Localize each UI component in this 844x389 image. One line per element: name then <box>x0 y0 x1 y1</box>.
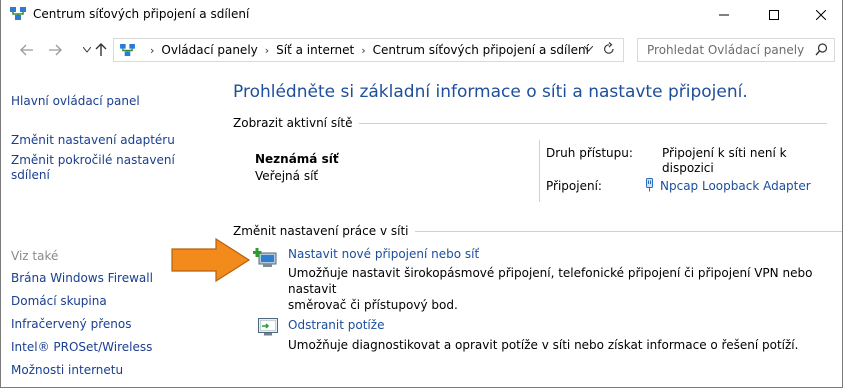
forward-button[interactable] <box>47 42 63 58</box>
window-title: Centrum síťových připojení a sdílení <box>33 7 250 21</box>
sidebar-link-internet-options[interactable]: Možnosti internetu <box>11 363 123 377</box>
refresh-button[interactable] <box>603 42 615 60</box>
sidebar-link-advanced-sharing[interactable]: Změnit pokročilé nastavení <box>11 153 175 167</box>
sidebar-link-advanced-sharing-line2[interactable]: sdílení <box>11 168 50 182</box>
task-description-line: směrovač či přístupový bod. <box>288 298 458 312</box>
task-description-line: Umožňuje diagnostikovat a opravit potíže… <box>288 338 799 352</box>
sidebar-link-homegroup[interactable]: Domácí skupina <box>11 294 107 308</box>
network-category[interactable]: Veřejná síť <box>255 169 318 183</box>
up-arrow-icon <box>95 43 107 56</box>
troubleshoot-link[interactable]: Odstranit potíže <box>288 318 384 332</box>
search-box[interactable]: Prohledat Ovládací panely <box>637 38 835 62</box>
chevron-down-icon <box>83 47 91 53</box>
up-button[interactable] <box>93 42 109 58</box>
window: Centrum síťových připojení a sdílení › O… <box>0 0 843 388</box>
sidebar-link-proset-wireless[interactable]: Intel® PROSet/Wireless <box>11 340 152 354</box>
navigation-bar: › Ovládací panely › Síť a internet › Cen… <box>1 38 842 64</box>
sidebar-link-firewall[interactable]: Brána Windows Firewall <box>11 271 153 285</box>
minimize-icon <box>719 14 729 15</box>
chevron-down-icon <box>583 45 594 52</box>
troubleshoot-description: Umožňuje diagnostikovat a opravit potíže… <box>288 337 842 353</box>
breadcrumb: › Ovládací panely › Síť a internet › Cen… <box>143 43 589 57</box>
network-center-icon <box>10 7 26 20</box>
adapter-icon <box>646 178 653 192</box>
breadcrumb-separator: › <box>264 43 270 57</box>
sidebar-link-control-panel-home[interactable]: Hlavní ovládací panel <box>11 94 140 108</box>
connection-label: Připojení: <box>546 179 602 193</box>
active-networks-label: Zobrazit aktivní sítě <box>233 116 353 130</box>
refresh-icon <box>604 42 614 54</box>
breadcrumb-separator: › <box>150 43 155 57</box>
sidebar-link-infrared[interactable]: Infračervený přenos <box>11 317 131 331</box>
page-title: Prohlédněte si základní informace o síti… <box>233 82 748 102</box>
divider <box>539 140 540 202</box>
search-icon <box>815 43 828 56</box>
title-bar: Centrum síťových připojení a sdílení <box>1 0 842 29</box>
maximize-icon <box>769 9 779 20</box>
network-name: Neznámá síť <box>255 152 339 166</box>
active-networks-header: Zobrazit aktivní sítě <box>233 116 827 130</box>
breadcrumb-separator: › <box>361 43 366 57</box>
see-also-label: Viz také <box>11 249 59 263</box>
task-description-line: Umožňuje nastavit širokopásmové připojen… <box>288 266 813 296</box>
divider <box>414 230 842 232</box>
change-settings-header: Změnit nastavení práce v síti <box>233 224 842 238</box>
setup-new-connection-link[interactable]: Nastavit nové připojení nebo síť <box>288 247 479 261</box>
troubleshoot-icon <box>258 318 278 336</box>
access-type-value: Připojení k síti není k <box>662 146 787 160</box>
access-type-label: Druh přístupu: <box>546 146 633 160</box>
minimize-button[interactable] <box>701 0 747 29</box>
network-center-icon <box>120 44 135 57</box>
close-icon <box>816 9 826 20</box>
change-settings-label: Změnit nastavení práce v síti <box>233 224 409 238</box>
breadcrumb-item[interactable]: Centrum síťových připojení a sdílení <box>373 43 589 57</box>
address-bar[interactable]: › Ovládací panely › Síť a internet › Cen… <box>113 38 624 62</box>
search-input[interactable]: Prohledat Ovládací panely <box>647 43 804 57</box>
setup-new-connection-description: Umožňuje nastavit širokopásmové připojen… <box>288 265 842 313</box>
forward-arrow-icon <box>49 44 62 56</box>
breadcrumb-item[interactable]: Ovládací panely <box>161 43 257 57</box>
orange-arrow-icon <box>171 238 251 282</box>
maximize-button[interactable] <box>751 0 797 29</box>
access-type-value-line2: dispozici <box>662 161 714 175</box>
address-dropdown-button[interactable] <box>583 44 594 55</box>
breadcrumb-item[interactable]: Síť a internet <box>276 43 354 57</box>
new-connection-icon <box>253 248 277 267</box>
divider <box>358 122 827 124</box>
sidebar-link-change-adapter-settings[interactable]: Změnit nastavení adaptéru <box>11 133 175 147</box>
connection-link[interactable]: Npcap Loopback Adapter <box>660 179 811 193</box>
back-arrow-icon <box>20 44 33 56</box>
back-button[interactable] <box>19 42 35 58</box>
close-button[interactable] <box>798 0 842 29</box>
